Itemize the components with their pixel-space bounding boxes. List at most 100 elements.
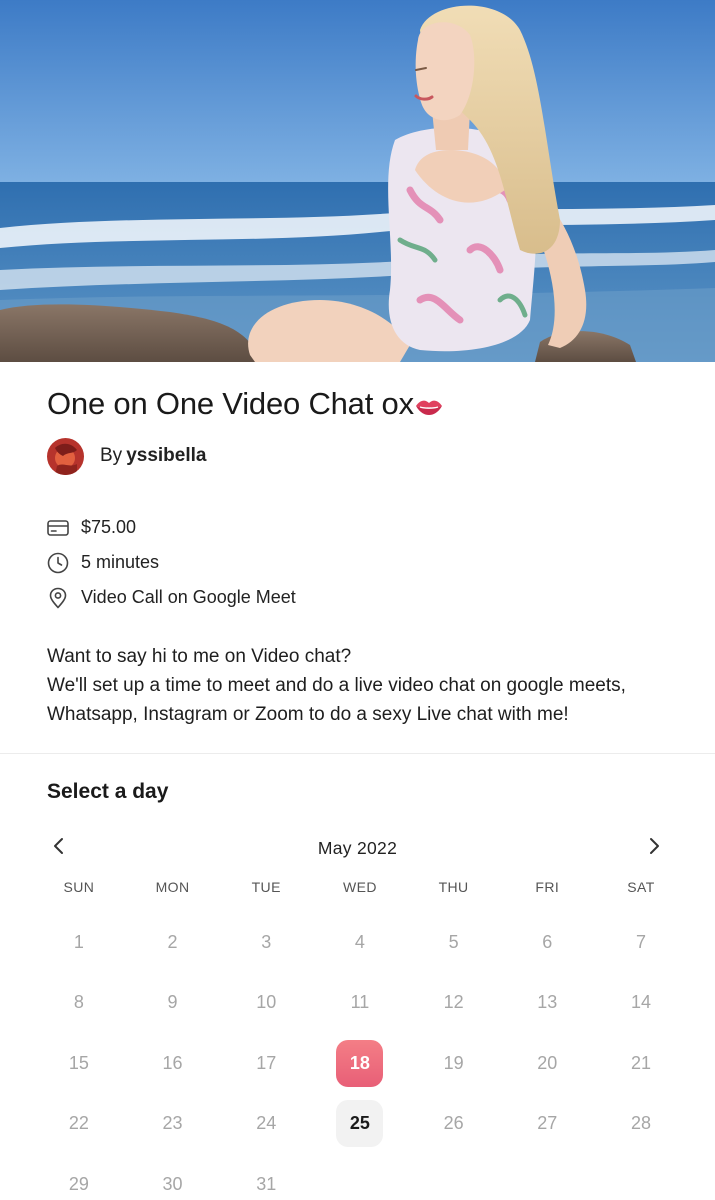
weekday-label: SAT (627, 879, 655, 895)
day-number: 5 (448, 931, 459, 952)
unavailable-day-cell: 2 (126, 912, 220, 973)
day-number[interactable]: 18 (336, 1039, 384, 1087)
unavailable-day-cell: 11 (313, 973, 407, 1034)
day-number: 12 (443, 992, 464, 1013)
duration-row: 5 minutes (47, 545, 668, 580)
beach-photo (0, 0, 715, 362)
location-pin-icon (47, 587, 69, 609)
day-picker: Select a day May 2022 SUN MON TUE WED TH… (0, 754, 715, 1200)
next-month-button[interactable] (640, 832, 668, 860)
weekday-label: SUN (63, 879, 95, 895)
event-details: $75.00 5 minutes Video Call on Google Me… (47, 510, 668, 615)
day-number: 9 (167, 992, 178, 1013)
unavailable-day-cell: 22 (32, 1094, 126, 1155)
unavailable-day-cell: 1 (32, 912, 126, 973)
month-label: May 2022 (317, 837, 398, 858)
day-number: 2 (167, 931, 178, 952)
previous-month-button[interactable] (45, 832, 73, 860)
lips-icon (415, 386, 443, 426)
unavailable-day-cell: 13 (500, 973, 594, 1034)
unavailable-day-cell: 15 (32, 1033, 126, 1094)
chevron-right-icon (650, 838, 659, 854)
day-number: 27 (537, 1113, 558, 1134)
event-title: One on One Video Chat ox (47, 384, 668, 426)
unavailable-day-cell: 10 (219, 973, 313, 1034)
weekday-label: MON (155, 879, 190, 895)
unavailable-day-cell: 24 (219, 1094, 313, 1155)
day-number: 13 (537, 992, 558, 1013)
host-label: By yssibella (100, 445, 206, 467)
unavailable-day-cell: 28 (594, 1094, 688, 1155)
avatar[interactable] (47, 437, 84, 475)
unavailable-day-cell: 31 (219, 1154, 313, 1200)
selected-day-cell[interactable]: 18 (313, 1033, 407, 1094)
empty-day-cell (407, 1154, 501, 1200)
available-day-cell[interactable]: 25 (313, 1094, 407, 1155)
weekday-label: TUE (251, 879, 281, 895)
unavailable-day-cell: 17 (219, 1033, 313, 1094)
empty-day-cell (313, 1154, 407, 1200)
unavailable-day-cell: 6 (500, 912, 594, 973)
weekday-header: SUN MON TUE WED THU FRI SAT (32, 872, 688, 902)
day-number: 1 (73, 931, 84, 952)
chevron-left-icon (54, 838, 63, 854)
unavailable-day-cell: 26 (407, 1094, 501, 1155)
day-number: 6 (542, 931, 553, 952)
day-number: 24 (256, 1113, 277, 1134)
unavailable-day-cell: 21 (594, 1033, 688, 1094)
calendar-week: 1 2 3 4 5 6 7 (32, 912, 688, 973)
duration-text: 5 minutes (81, 552, 160, 572)
day-number: 16 (162, 1052, 183, 1073)
day-number: 23 (162, 1113, 183, 1134)
unavailable-day-cell: 3 (219, 912, 313, 973)
day-number: 21 (630, 1052, 651, 1073)
empty-day-cell (500, 1154, 594, 1200)
day-number: 8 (73, 992, 84, 1013)
unavailable-day-cell: 4 (313, 912, 407, 973)
empty-day-label (430, 1161, 477, 1200)
host-prefix: By (100, 445, 123, 466)
day-number: 19 (443, 1052, 464, 1073)
weekday-label: WED (342, 879, 377, 895)
day-number: 11 (350, 992, 370, 1013)
unavailable-day-cell: 19 (407, 1033, 501, 1094)
day-number: 17 (256, 1052, 277, 1073)
clock-icon (47, 552, 69, 574)
location-text: Video Call on Google Meet (81, 587, 296, 607)
unavailable-day-cell: 29 (32, 1154, 126, 1200)
unavailable-day-cell: 23 (126, 1094, 220, 1155)
day-number: 30 (162, 1173, 183, 1194)
event-title-text: One on One Video Chat ox (47, 386, 414, 421)
price-row: $75.00 (47, 510, 668, 545)
day-number: 20 (537, 1052, 558, 1073)
event-description: Want to say hi to me on Video chat? We'l… (47, 642, 668, 729)
calendar-week: 22 23 24 25 26 27 28 (32, 1094, 688, 1155)
day-number: 31 (256, 1173, 277, 1194)
empty-day-label (336, 1161, 383, 1200)
calendar-heading: Select a day (47, 780, 169, 803)
price-text: $75.00 (81, 517, 137, 537)
weekday-label: THU (438, 879, 469, 895)
unavailable-day-cell: 12 (407, 973, 501, 1034)
calendar-weeks: 1 2 3 4 5 6 7 8 9 10 11 12 13 14 15 16 17 18 19 20 21 22 23 24 2… (32, 912, 688, 1200)
calendar-week: 8 9 10 11 12 13 14 (32, 973, 688, 1034)
day-number: 29 (68, 1173, 89, 1194)
day-number: 7 (635, 931, 646, 952)
event-info: One on One Video Chat ox By yssibella $7… (0, 362, 715, 729)
unavailable-day-cell: 20 (500, 1033, 594, 1094)
day-number: 4 (354, 931, 365, 952)
day-number: 3 (261, 931, 272, 952)
host-name[interactable]: yssibella (126, 445, 206, 466)
unavailable-day-cell: 7 (594, 912, 688, 973)
day-number: 22 (68, 1113, 89, 1134)
host-row[interactable]: By yssibella (47, 436, 668, 476)
day-number[interactable]: 25 (336, 1100, 384, 1148)
credit-card-icon (47, 517, 69, 539)
unavailable-day-cell: 16 (126, 1033, 220, 1094)
unavailable-day-cell: 30 (126, 1154, 220, 1200)
day-number: 10 (256, 992, 277, 1013)
empty-day-label (617, 1161, 664, 1200)
day-number: 14 (630, 992, 651, 1013)
empty-day-cell (594, 1154, 688, 1200)
unavailable-day-cell: 9 (126, 973, 220, 1034)
